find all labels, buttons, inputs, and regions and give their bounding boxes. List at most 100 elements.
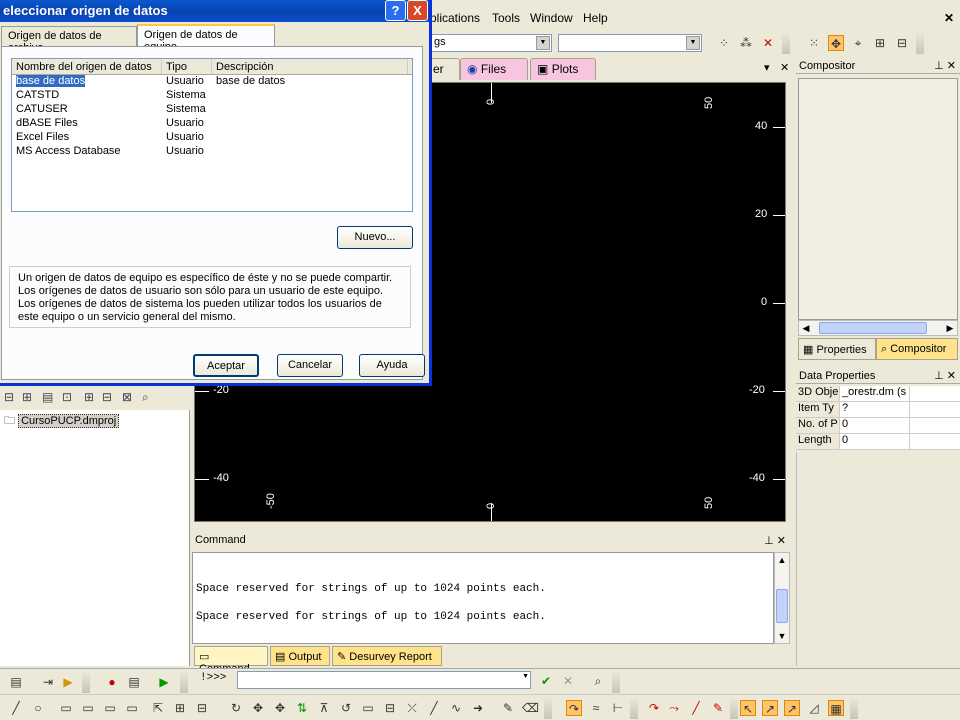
list-item[interactable]: CATUSER Sistema <box>12 103 412 117</box>
project-tree-item[interactable]: 🗀 CursoPUCP.dmproj <box>0 412 120 428</box>
brush-icon[interactable]: ✎ <box>500 700 516 716</box>
pin-close-icon[interactable]: ⊥ ✕ <box>934 369 956 382</box>
tab-machine-datasource[interactable]: Origen de datos de equipo <box>137 24 275 53</box>
toolbar-grip[interactable] <box>730 697 738 719</box>
folder-icon[interactable]: ▤ <box>42 390 53 404</box>
chevron-down-icon[interactable]: ▼ <box>686 36 700 50</box>
tab-command[interactable]: ▭ Command <box>194 646 268 675</box>
toolbar-grip[interactable] <box>782 32 790 54</box>
horizontal-scrollbar[interactable]: ◀ ▶ <box>798 320 958 336</box>
rect-copy-icon[interactable]: ▭ <box>124 700 140 716</box>
accept-button[interactable]: Aceptar <box>193 354 259 377</box>
scroll-up-icon[interactable]: ▲ <box>775 553 789 567</box>
align-icon[interactable]: ⊞ <box>172 700 188 716</box>
layer-combo[interactable]: gs ▼ <box>430 34 552 52</box>
mirror-icon[interactable]: ⊼ <box>316 700 332 716</box>
tree-icon[interactable]: ⊟ <box>4 390 14 404</box>
list-item[interactable]: MS Access Database Usuario <box>12 145 412 159</box>
export-icon[interactable]: ⇥ <box>40 674 56 690</box>
arc-icon[interactable]: ↷ <box>566 700 582 716</box>
select-points-icon[interactable]: ⁙ <box>806 35 822 51</box>
command-input[interactable]: ▼ <box>237 671 531 689</box>
menu-tools[interactable]: Tools <box>492 11 520 25</box>
chevron-down-icon[interactable]: ▼ <box>536 36 550 50</box>
record-icon[interactable]: ● <box>104 674 120 690</box>
scroll-right-icon[interactable]: ▶ <box>943 321 957 335</box>
circle-icon[interactable]: ○ <box>30 700 46 716</box>
search-icon[interactable]: ⌕ <box>142 390 149 405</box>
scroll-thumb[interactable] <box>819 322 927 334</box>
vertical-scrollbar[interactable]: ▲ ▼ <box>774 552 790 644</box>
column-description[interactable]: Descripción <box>212 59 408 74</box>
chevron-down-icon[interactable]: ▼ <box>522 673 529 680</box>
points-icon[interactable]: ⁘ <box>716 35 732 51</box>
diagonal-icon[interactable]: ╱ <box>426 700 442 716</box>
list-item[interactable]: CATSTD Sistema <box>12 89 412 103</box>
line-icon[interactable]: ╱ <box>8 700 24 716</box>
toolbar-grip[interactable] <box>544 697 552 719</box>
move-icon[interactable]: ✥ <box>250 700 266 716</box>
help-button[interactable]: Ayuda <box>359 354 425 377</box>
run-icon[interactable]: ▶ <box>60 674 76 690</box>
property-row[interactable]: Length 0 <box>796 434 960 450</box>
toolbar-grip[interactable] <box>916 32 924 54</box>
toolbar-grip[interactable] <box>850 697 858 719</box>
pointer-curve-icon[interactable]: ↗ <box>784 700 800 716</box>
toolbar-grip[interactable] <box>630 697 638 719</box>
toolbar-grip[interactable] <box>180 671 188 693</box>
grid-icon[interactable]: ⊞ <box>84 390 94 404</box>
tab-output[interactable]: ▤ Output <box>270 646 330 666</box>
tab-compositor[interactable]: ⌕ Compositor <box>876 338 958 360</box>
filter-combo[interactable]: ▼ <box>558 34 702 52</box>
macro-icon[interactable]: ▤ <box>126 674 142 690</box>
list-item[interactable]: Excel Files Usuario <box>12 131 412 145</box>
check-icon[interactable]: ✔ <box>538 673 554 689</box>
rect-edit-icon[interactable]: ▭ <box>80 700 96 716</box>
snap-icon[interactable]: ⌖ <box>850 35 866 51</box>
box-icon[interactable]: ▭ <box>360 700 376 716</box>
toolbar-grip[interactable] <box>612 671 620 693</box>
grid-add-icon[interactable]: ⊞ <box>872 35 888 51</box>
folder-up-icon[interactable]: ⊡ <box>62 390 72 404</box>
command-output[interactable]: Space reserved for strings of up to 1024… <box>192 552 774 644</box>
column-name[interactable]: Nombre del origen de datos <box>12 59 162 74</box>
property-row[interactable]: No. of P0 <box>796 418 960 434</box>
tab-properties[interactable]: ▦ Properties <box>798 338 876 360</box>
dialog-title-bar[interactable]: eleccionar origen de datos <box>0 0 429 22</box>
curve-red-icon[interactable]: ⤳ <box>666 700 682 716</box>
tab-desurvey-report[interactable]: ✎ Desurvey Report <box>332 646 442 666</box>
pin-close-icon[interactable]: ⊥ ✕ <box>934 59 956 72</box>
curve-icon[interactable]: ∿ <box>448 700 464 716</box>
play-icon[interactable]: ▶ <box>156 674 172 690</box>
eraser-icon[interactable]: ⌫ <box>522 700 539 716</box>
tab-dropdown-icon[interactable]: ▾ <box>764 61 770 74</box>
grid-edit-icon[interactable]: ⊟ <box>894 35 910 51</box>
search-icon[interactable]: ⌕ <box>590 673 606 689</box>
layers-icon[interactable]: ▦ <box>828 700 844 716</box>
tree-expand-icon[interactable]: ⊞ <box>22 390 32 404</box>
tab-files[interactable]: ◉ Files <box>460 58 528 80</box>
sql-icon[interactable]: ▤ <box>8 674 24 690</box>
stack-icon[interactable]: ⊟ <box>194 700 210 716</box>
property-row[interactable]: 3D Obje _orestr.dm (s <box>796 386 960 402</box>
rotate-icon[interactable]: ↻ <box>228 700 244 716</box>
points-search-icon[interactable]: ⁂ <box>738 35 754 51</box>
refresh-icon[interactable]: ⊟ <box>102 390 112 404</box>
menu-applications[interactable]: plications <box>430 11 480 25</box>
split-icon[interactable]: ⊢ <box>610 700 626 716</box>
compositor-area[interactable] <box>798 78 958 320</box>
scroll-thumb[interactable] <box>776 589 788 623</box>
pin-close-icon[interactable]: ⊥ ✕ <box>764 534 786 547</box>
property-row[interactable]: Item Ty? <box>796 402 960 418</box>
undo-icon[interactable]: ↺ <box>338 700 354 716</box>
flip-icon[interactable]: ⇅ <box>294 700 310 716</box>
menu-help[interactable]: Help <box>583 11 608 25</box>
line-red-icon[interactable]: ╱ <box>688 700 704 716</box>
edit-red-icon[interactable]: ✎ <box>710 700 726 716</box>
tab-plots[interactable]: ▣ Plots <box>530 58 596 80</box>
box-split-icon[interactable]: ⊟ <box>382 700 398 716</box>
list-item[interactable]: base de datos Usuario base de datos <box>12 75 412 89</box>
points-delete-icon[interactable]: ✕ <box>760 35 776 51</box>
select-mode-icon[interactable]: ✥ <box>828 35 844 51</box>
move-all-icon[interactable]: ✥ <box>272 700 288 716</box>
